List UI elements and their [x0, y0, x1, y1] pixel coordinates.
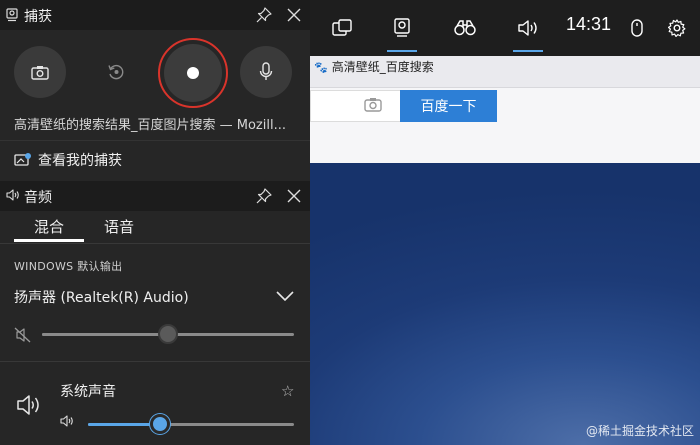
wallpaper-image — [310, 163, 700, 445]
browser-tab-title: 高清壁纸_百度搜索 — [331, 60, 434, 74]
microphone-icon — [259, 62, 273, 80]
widget-menu-button[interactable] — [322, 0, 362, 56]
capture-icon — [6, 8, 18, 22]
mouse-button[interactable] — [625, 0, 649, 56]
capture-panel: 捕获 高清壁纸的搜索结果_百度图片搜索 — Mozill... 查看我的捕获 — [0, 0, 310, 181]
device-volume-fill — [42, 333, 168, 336]
watermark: @稀土掘金技术社区 — [585, 424, 694, 438]
capture-panel-title: 捕获 — [24, 9, 52, 25]
capture-toggle[interactable] — [382, 0, 422, 56]
mouse-icon — [631, 19, 643, 37]
favorite-star-icon[interactable]: ☆ — [281, 382, 294, 400]
pin-icon[interactable] — [256, 7, 272, 23]
pin-icon[interactable] — [256, 188, 272, 204]
microphone-button[interactable] — [240, 46, 292, 98]
settings-icon — [668, 19, 686, 37]
audio-icon — [518, 20, 537, 36]
capture-active-indicator — [387, 50, 417, 52]
close-icon[interactable] — [286, 7, 302, 23]
divider — [0, 361, 310, 362]
widget-menu-icon — [332, 19, 352, 36]
clock: 14:31 — [566, 14, 612, 34]
baidu-search-input[interactable] — [310, 90, 400, 122]
binoculars-icon — [454, 20, 476, 36]
divider — [0, 140, 310, 141]
speaker-muted-icon[interactable] — [14, 327, 32, 343]
audio-active-indicator — [513, 50, 543, 52]
record-last-30s-button[interactable] — [90, 46, 142, 98]
show-captures-label: 查看我的捕获 — [38, 153, 122, 169]
close-icon[interactable] — [286, 188, 302, 204]
browser-tab[interactable]: 🐾 高清壁纸_百度搜索 — [314, 58, 434, 75]
tab-mix[interactable]: 混合 — [34, 216, 64, 237]
audio-panel-header[interactable]: 音频 — [0, 181, 310, 211]
game-bar-top: 14:31 — [310, 0, 700, 56]
audio-panel-title: 音频 — [24, 190, 52, 206]
background-browser: 🐾 高清壁纸_百度搜索 百度一下 @稀土掘金技术社区 — [310, 0, 700, 445]
record-dot-icon — [187, 67, 199, 79]
audio-panel: 音频 混合 语音 WINDOWS 默认输出 扬声器 (Realtek(R) Au… — [0, 181, 310, 445]
default-output-label: WINDOWS 默认输出 — [14, 260, 123, 273]
app-name: 系统声音 — [60, 384, 116, 400]
chevron-down-icon[interactable] — [276, 291, 294, 301]
settings-button[interactable] — [664, 0, 690, 56]
app-volume-slider[interactable] — [88, 423, 294, 426]
camera-icon[interactable] — [364, 97, 382, 112]
speaker-icon — [6, 189, 19, 201]
capture-source-title: 高清壁纸的搜索结果_百度图片搜索 — Mozill... — [14, 118, 286, 133]
device-volume-thumb[interactable] — [158, 324, 178, 344]
audio-toggle[interactable] — [508, 0, 548, 56]
capture-panel-header[interactable]: 捕获 — [0, 0, 310, 30]
binoculars-button[interactable] — [445, 0, 485, 56]
gallery-icon — [14, 153, 31, 166]
baidu-search-button[interactable]: 百度一下 — [400, 90, 497, 122]
capture-icon — [394, 18, 410, 37]
output-device-select[interactable]: 扬声器 (Realtek(R) Audio) — [14, 287, 189, 307]
tab-voice[interactable]: 语音 — [104, 216, 134, 237]
divider — [0, 243, 310, 244]
app-volume-thumb[interactable] — [150, 414, 171, 434]
active-tab-indicator — [14, 239, 84, 242]
show-captures-link[interactable]: 查看我的捕获 — [14, 150, 122, 170]
baidu-paw-icon: 🐾 — [314, 61, 328, 74]
camera-icon — [31, 65, 49, 80]
speaker-icon[interactable] — [60, 415, 74, 427]
system-sounds-icon — [17, 395, 39, 415]
replay-icon — [108, 64, 124, 80]
start-recording-button[interactable] — [164, 44, 222, 102]
screenshot-button[interactable] — [14, 46, 66, 98]
